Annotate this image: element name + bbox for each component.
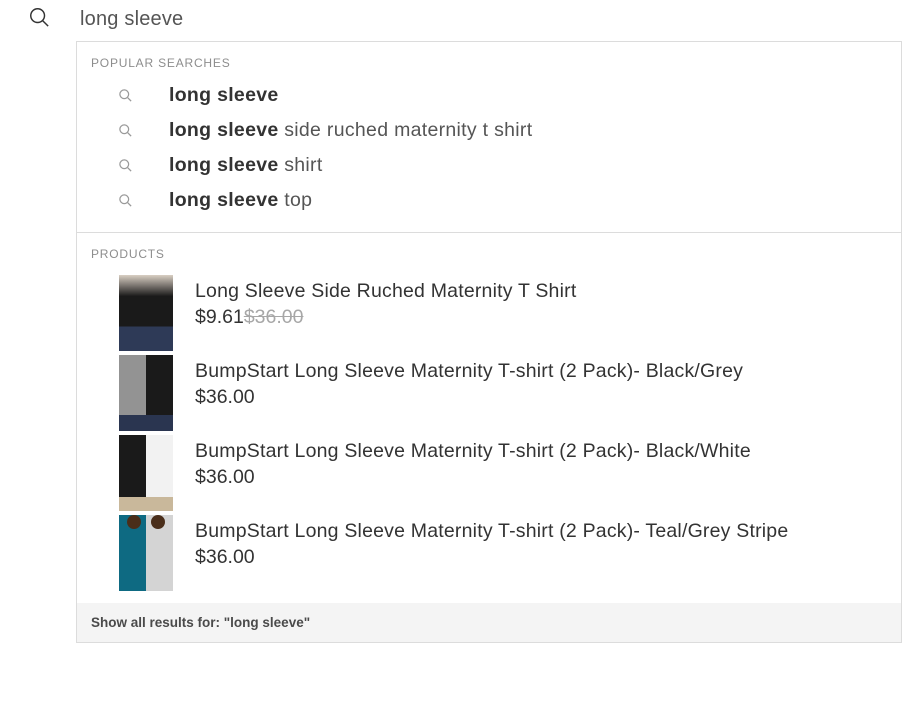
search-icon xyxy=(117,158,133,174)
suggestion-label: long sleeve side ruched maternity t shir… xyxy=(169,119,532,142)
show-all-results[interactable]: Show all results for: "long sleeve" xyxy=(77,603,901,642)
search-input[interactable] xyxy=(80,8,480,31)
popular-searches-header: POPULAR SEARCHES xyxy=(77,42,901,78)
product-thumbnail xyxy=(119,355,173,431)
suggestion-item[interactable]: long sleeve side ruched maternity t shir… xyxy=(91,113,887,148)
search-icon xyxy=(117,193,133,209)
product-oldprice: $36.00 xyxy=(244,306,304,328)
suggestion-label: long sleeve top xyxy=(169,189,312,212)
search-icon xyxy=(117,88,133,104)
products-list: Long Sleeve Side Ruched Maternity T Shir… xyxy=(77,269,901,603)
product-title: Long Sleeve Side Ruched Maternity T Shir… xyxy=(195,279,576,304)
product-info: BumpStart Long Sleeve Maternity T-shirt … xyxy=(195,515,788,569)
product-thumbnail xyxy=(119,275,173,351)
product-price: $9.61$36.00 xyxy=(195,306,576,329)
product-title: BumpStart Long Sleeve Maternity T-shirt … xyxy=(195,519,788,544)
suggestions-list: long sleeve long sleeve side ruched mate… xyxy=(77,78,901,232)
product-info: Long Sleeve Side Ruched Maternity T Shir… xyxy=(195,275,576,329)
product-item[interactable]: BumpStart Long Sleeve Maternity T-shirt … xyxy=(91,433,887,513)
product-item[interactable]: BumpStart Long Sleeve Maternity T-shirt … xyxy=(91,513,887,593)
product-item[interactable]: BumpStart Long Sleeve Maternity T-shirt … xyxy=(91,353,887,433)
product-title: BumpStart Long Sleeve Maternity T-shirt … xyxy=(195,439,751,464)
search-bar xyxy=(0,0,918,41)
product-title: BumpStart Long Sleeve Maternity T-shirt … xyxy=(195,359,743,384)
product-price: $36.00 xyxy=(195,386,743,409)
product-price: $36.00 xyxy=(195,546,788,569)
suggestion-label: long sleeve xyxy=(169,84,279,107)
product-thumbnail xyxy=(119,515,173,591)
search-icon xyxy=(117,123,133,139)
suggestion-item[interactable]: long sleeve xyxy=(91,78,887,113)
suggestion-item[interactable]: long sleeve top xyxy=(91,183,887,218)
suggestion-item[interactable]: long sleeve shirt xyxy=(91,148,887,183)
products-header: PRODUCTS xyxy=(77,233,901,269)
search-icon xyxy=(28,6,50,33)
search-dropdown: POPULAR SEARCHES long sleeve long sleeve… xyxy=(76,41,902,643)
product-item[interactable]: Long Sleeve Side Ruched Maternity T Shir… xyxy=(91,273,887,353)
product-info: BumpStart Long Sleeve Maternity T-shirt … xyxy=(195,435,751,489)
suggestion-label: long sleeve shirt xyxy=(169,154,323,177)
product-thumbnail xyxy=(119,435,173,511)
product-info: BumpStart Long Sleeve Maternity T-shirt … xyxy=(195,355,743,409)
product-price: $36.00 xyxy=(195,466,751,489)
